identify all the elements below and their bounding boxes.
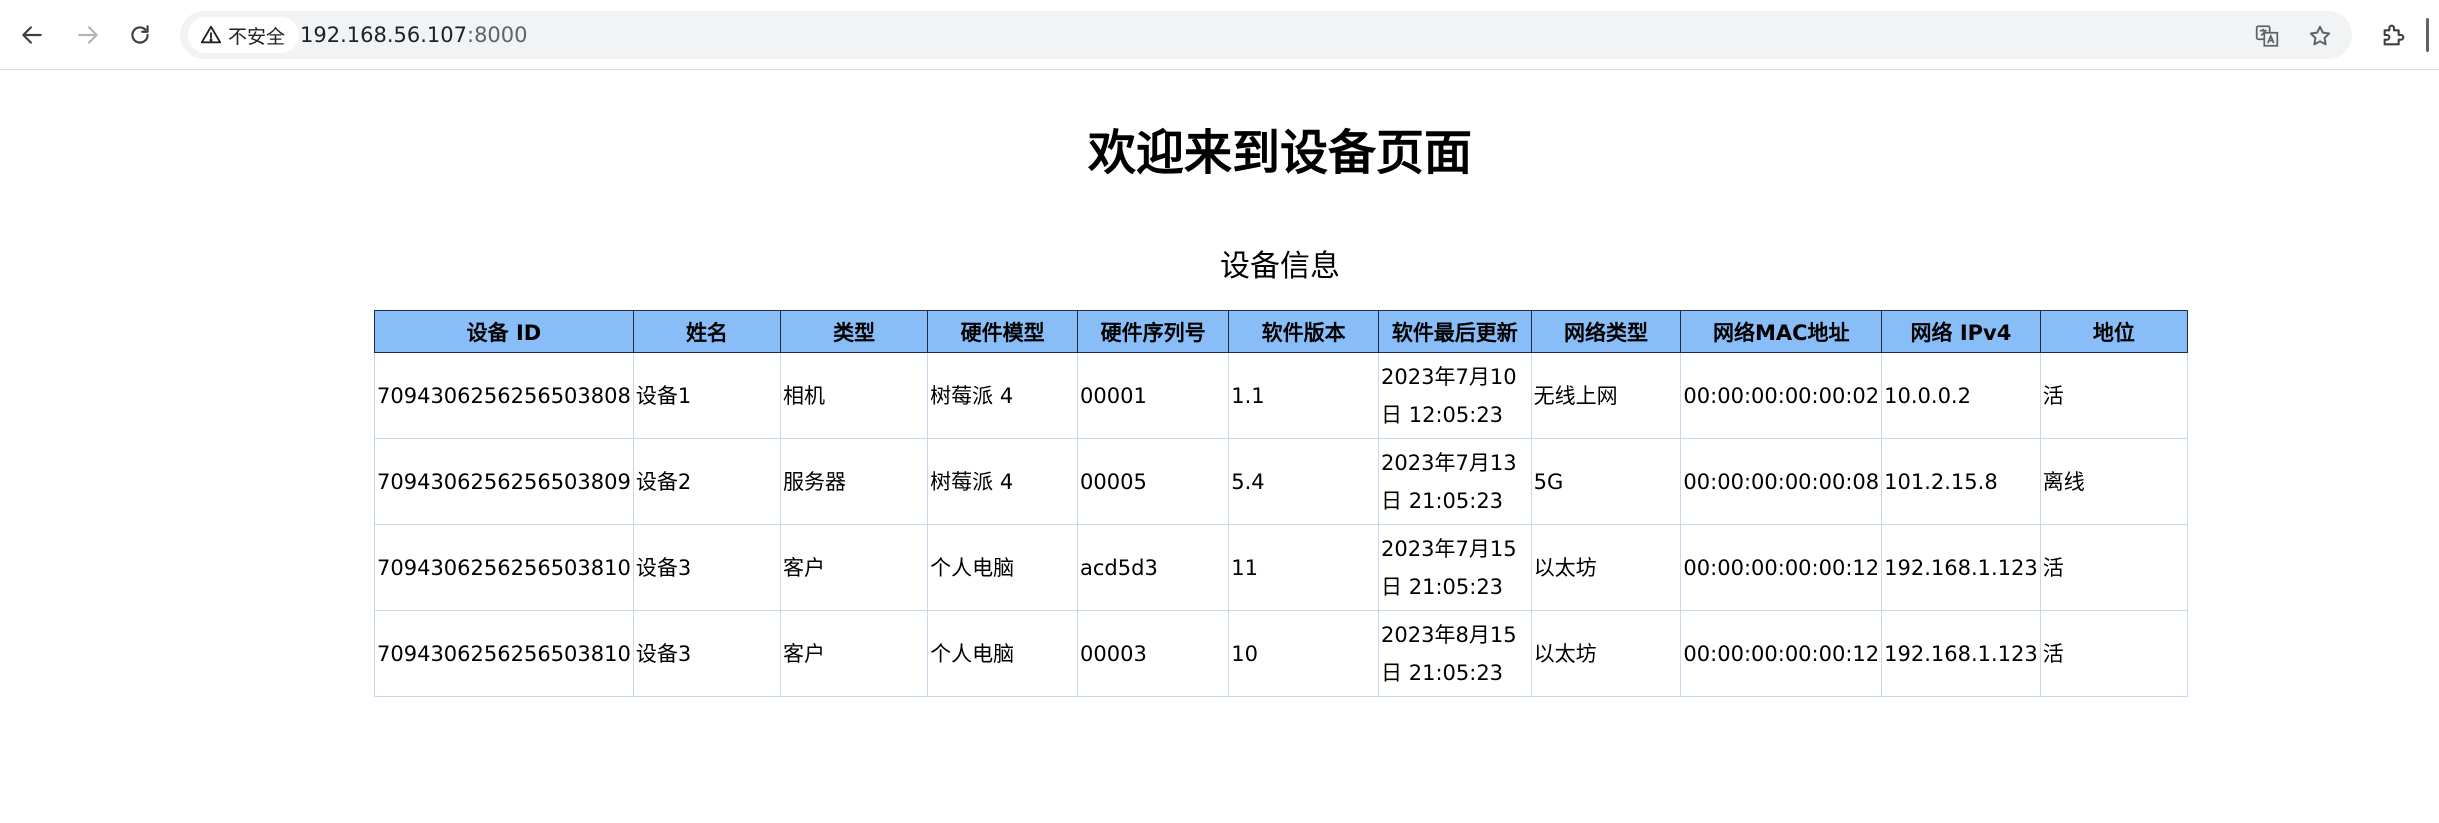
cell-type: 相机 [780, 352, 929, 439]
cell-last-update: 2023年7月10日 12:05:23 [1378, 352, 1532, 439]
cell-ipv4: 192.168.1.123 [1881, 610, 2041, 697]
cell-mac: 00:00:00:00:00:12 [1680, 610, 1883, 697]
cell-ipv4: 192.168.1.123 [1881, 524, 2041, 611]
translate-icon[interactable] [2252, 21, 2282, 51]
table-row: 7094306256256503808 设备1 相机 树莓派 4 00001 1… [374, 352, 2189, 439]
cell-status: 活 [2039, 352, 2189, 439]
header-name: 姓名 [632, 310, 782, 353]
cell-hardware-model: 个人电脑 [927, 524, 1079, 611]
table-row: 7094306256256503810 设备3 客户 个人电脑 00003 10… [374, 610, 2189, 697]
cell-type: 客户 [780, 610, 929, 697]
cell-type: 客户 [780, 524, 929, 611]
section-title: 设备信息 [1220, 249, 1340, 284]
table-row: 7094306256256503810 设备3 客户 个人电脑 acd5d3 1… [374, 524, 2189, 611]
cell-ipv4: 10.0.0.2 [1881, 352, 2041, 439]
table-row: 7094306256256503809 设备2 服务器 树莓派 4 00005 … [374, 438, 2189, 525]
page-title: 欢迎来到设备页面 [1087, 125, 1472, 181]
url-host: 192.168.56.107 [300, 23, 467, 47]
url-port: :8000 [467, 23, 528, 47]
security-indicator[interactable]: 不安全 [188, 17, 300, 53]
cell-network-type: 5G [1530, 438, 1682, 525]
cell-network-type: 以太坊 [1530, 610, 1682, 697]
cell-mac: 00:00:00:00:00:02 [1680, 352, 1883, 439]
url-text[interactable]: 192.168.56.107:8000 [300, 22, 528, 48]
cell-mac: 00:00:00:00:00:12 [1680, 524, 1883, 611]
header-hardware-model: 硬件模型 [927, 310, 1079, 353]
cell-device-id: 7094306256256503810 [374, 524, 634, 611]
cell-software-version: 10 [1228, 610, 1380, 697]
cell-hardware-model: 个人电脑 [927, 610, 1079, 697]
back-arrow-icon[interactable] [14, 17, 50, 53]
reload-icon[interactable] [122, 17, 158, 53]
cell-software-version: 5.4 [1228, 438, 1380, 525]
cell-software-version: 11 [1228, 524, 1380, 611]
cell-status: 活 [2039, 610, 2189, 697]
cell-name: 设备1 [632, 352, 782, 439]
page-content: 欢迎来到设备页面 设备信息 设备 ID 姓名 类型 硬件模型 硬件序列号 软件版… [0, 71, 2439, 823]
cell-hardware-serial: 00003 [1077, 610, 1230, 697]
security-label: 不安全 [228, 25, 286, 48]
cell-name: 设备3 [632, 524, 782, 611]
cell-hardware-serial: acd5d3 [1077, 524, 1230, 611]
cell-device-id: 7094306256256503808 [374, 352, 634, 439]
cell-hardware-serial: 00001 [1077, 352, 1230, 439]
header-software-version: 软件版本 [1228, 310, 1380, 353]
star-icon[interactable] [2305, 21, 2335, 51]
header-network-type: 网络类型 [1530, 310, 1682, 353]
header-status: 地位 [2039, 310, 2189, 353]
profile-button-edge[interactable] [2426, 18, 2429, 52]
header-device-id: 设备 ID [374, 310, 634, 353]
header-software-last-update: 软件最后更新 [1378, 310, 1532, 353]
cell-type: 服务器 [780, 438, 929, 525]
device-table: 设备 ID 姓名 类型 硬件模型 硬件序列号 软件版本 软件最后更新 网络类型 … [374, 310, 2189, 697]
header-network-mac: 网络MAC地址 [1680, 310, 1883, 353]
cell-network-type: 无线上网 [1530, 352, 1682, 439]
table-header-row: 设备 ID 姓名 类型 硬件模型 硬件序列号 软件版本 软件最后更新 网络类型 … [374, 310, 2189, 353]
cell-mac: 00:00:00:00:00:08 [1680, 438, 1883, 525]
browser-toolbar: 不安全 192.168.56.107:8000 [0, 0, 2439, 70]
cell-last-update: 2023年7月13日 21:05:23 [1378, 438, 1532, 525]
cell-status: 离线 [2039, 438, 2189, 525]
cell-hardware-model: 树莓派 4 [927, 352, 1079, 439]
forward-arrow-icon[interactable] [70, 17, 106, 53]
cell-name: 设备3 [632, 610, 782, 697]
warning-icon [200, 25, 222, 44]
cell-last-update: 2023年7月15日 21:05:23 [1378, 524, 1532, 611]
cell-hardware-serial: 00005 [1077, 438, 1230, 525]
address-bar[interactable]: 不安全 192.168.56.107:8000 [180, 11, 2352, 59]
cell-ipv4: 101.2.15.8 [1881, 438, 2041, 525]
cell-device-id: 7094306256256503810 [374, 610, 634, 697]
header-network-ipv4: 网络 IPv4 [1881, 310, 2041, 353]
cell-software-version: 1.1 [1228, 352, 1380, 439]
cell-last-update: 2023年8月15日 21:05:23 [1378, 610, 1532, 697]
cell-name: 设备2 [632, 438, 782, 525]
cell-hardware-model: 树莓派 4 [927, 438, 1079, 525]
cell-network-type: 以太坊 [1530, 524, 1682, 611]
cell-status: 活 [2039, 524, 2189, 611]
extensions-icon[interactable] [2378, 19, 2410, 51]
header-type: 类型 [780, 310, 929, 353]
header-hardware-serial: 硬件序列号 [1077, 310, 1230, 353]
cell-device-id: 7094306256256503809 [374, 438, 634, 525]
